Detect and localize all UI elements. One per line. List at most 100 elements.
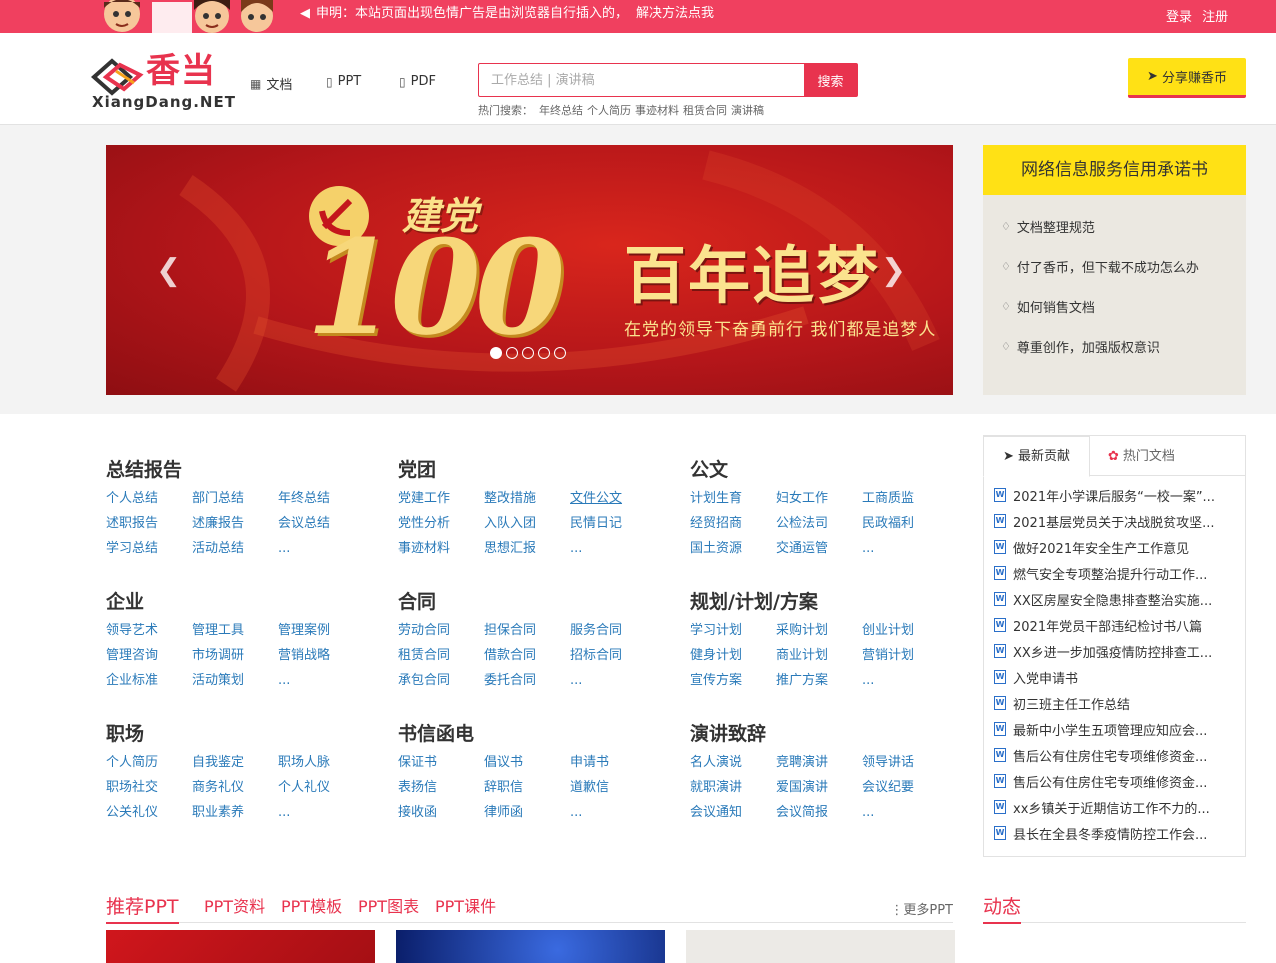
- category-link[interactable]: 年终总结: [278, 489, 364, 508]
- doc-list-item[interactable]: W 入党申请书: [994, 664, 1235, 690]
- activity-title[interactable]: 动态: [983, 893, 1022, 924]
- category-link[interactable]: 民政福利: [862, 514, 948, 533]
- category-link[interactable]: 会议简报: [776, 803, 862, 822]
- category-link[interactable]: 会议纪要: [862, 778, 948, 797]
- ppt-thumbnail[interactable]: [686, 930, 955, 963]
- category-link[interactable]: 述职报告: [106, 514, 192, 533]
- tab-ppt-template[interactable]: PPT模板: [281, 893, 342, 921]
- category-link[interactable]: 律师函: [484, 803, 570, 822]
- doc-list-item[interactable]: W 燃气安全专项整治提升行动工作...: [994, 560, 1235, 586]
- notice-item[interactable]: ♢ 如何销售文档: [1001, 297, 1095, 316]
- notice-panel-title[interactable]: 网络信息服务信用承诺书: [983, 145, 1246, 195]
- tab-ppt-material[interactable]: PPT资料: [204, 893, 265, 921]
- category-link[interactable]: 承包合同: [398, 671, 484, 690]
- doc-list-item[interactable]: W XX区房屋安全隐患排查整治实施...: [994, 586, 1235, 612]
- category-link[interactable]: ...: [570, 539, 656, 558]
- next-slide-icon[interactable]: ❯: [881, 253, 906, 288]
- category-link[interactable]: 事迹材料: [398, 539, 484, 558]
- category-link[interactable]: 职业素养: [192, 803, 278, 822]
- category-link[interactable]: 党建工作: [398, 489, 484, 508]
- doc-list-item[interactable]: W 初三班主任工作总结: [994, 690, 1235, 716]
- login-link[interactable]: 登录: [1166, 10, 1192, 25]
- notice-item[interactable]: ♢ 尊重创作，加强版权意识: [1001, 337, 1160, 356]
- tab-ppt-courseware[interactable]: PPT课件: [435, 893, 496, 921]
- category-link[interactable]: 招标合同: [570, 646, 656, 665]
- category-link[interactable]: 申请书: [570, 753, 656, 772]
- doc-list-item[interactable]: W 2021年党员干部违纪检讨书八篇: [994, 612, 1235, 638]
- category-link[interactable]: 工商质监: [862, 489, 948, 508]
- category-link[interactable]: 交通运管: [776, 539, 862, 558]
- category-link[interactable]: 创业计划: [862, 621, 948, 640]
- nav-doc[interactable]: ▦ 文档: [250, 74, 292, 94]
- category-link[interactable]: 自我鉴定: [192, 753, 278, 772]
- tab-hot[interactable]: ✿ 热门文档: [1108, 436, 1175, 477]
- doc-list-item[interactable]: W 售后公有住房住宅专项维修资金...: [994, 742, 1235, 768]
- category-link[interactable]: 保证书: [398, 753, 484, 772]
- carousel-dot[interactable]: [554, 347, 566, 359]
- category-link[interactable]: 文件公文: [570, 489, 656, 508]
- category-link[interactable]: 职场社交: [106, 778, 192, 797]
- category-link[interactable]: 企业标准: [106, 671, 192, 690]
- doc-list-item[interactable]: W 售后公有住房住宅专项维修资金...: [994, 768, 1235, 794]
- doc-list-item[interactable]: W 县长在全县冬季疫情防控工作会...: [994, 820, 1235, 846]
- hot-term[interactable]: 事迹材料: [635, 104, 679, 117]
- nav-pdf[interactable]: ▯ PDF: [399, 74, 436, 89]
- category-title[interactable]: 书信函电: [398, 719, 656, 745]
- category-link[interactable]: 领导讲话: [862, 753, 948, 772]
- category-link[interactable]: 公关礼仪: [106, 803, 192, 822]
- category-link[interactable]: 经贸招商: [690, 514, 776, 533]
- category-link[interactable]: 营销计划: [862, 646, 948, 665]
- category-link[interactable]: 宣传方案: [690, 671, 776, 690]
- category-link[interactable]: 推广方案: [776, 671, 862, 690]
- category-link[interactable]: ...: [278, 539, 364, 558]
- category-link[interactable]: 表扬信: [398, 778, 484, 797]
- category-title[interactable]: 职场: [106, 719, 364, 745]
- category-link[interactable]: 入队入团: [484, 514, 570, 533]
- hot-term[interactable]: 个人简历: [587, 104, 631, 117]
- category-link[interactable]: 名人演说: [690, 753, 776, 772]
- category-link[interactable]: 管理咨询: [106, 646, 192, 665]
- category-link[interactable]: 借款合同: [484, 646, 570, 665]
- category-link[interactable]: 个人总结: [106, 489, 192, 508]
- category-link[interactable]: 思想汇报: [484, 539, 570, 558]
- category-link[interactable]: ...: [278, 671, 364, 690]
- category-link[interactable]: 商业计划: [776, 646, 862, 665]
- doc-list-item[interactable]: W 2021基层党员关于决战脱贫攻坚...: [994, 508, 1235, 534]
- notice-item[interactable]: ♢ 文档整理规范: [1001, 217, 1095, 236]
- category-title[interactable]: 合同: [398, 587, 656, 613]
- category-link[interactable]: 道歉信: [570, 778, 656, 797]
- category-link[interactable]: 学习总结: [106, 539, 192, 558]
- category-link[interactable]: 委托合同: [484, 671, 570, 690]
- nav-ppt[interactable]: ▯ PPT: [326, 74, 361, 89]
- prev-slide-icon[interactable]: ❮: [156, 253, 181, 288]
- category-link[interactable]: ...: [278, 803, 364, 822]
- category-link[interactable]: 活动策划: [192, 671, 278, 690]
- category-link[interactable]: 担保合同: [484, 621, 570, 640]
- category-link[interactable]: 活动总结: [192, 539, 278, 558]
- more-ppt-link[interactable]: ⋮更多PPT: [890, 899, 953, 918]
- category-link[interactable]: 管理案例: [278, 621, 364, 640]
- fix-link[interactable]: 解决方法点我: [636, 6, 714, 21]
- doc-list-item[interactable]: W XX乡进一步加强疫情防控排查工...: [994, 638, 1235, 664]
- category-link[interactable]: 整改措施: [484, 489, 570, 508]
- category-link[interactable]: 租赁合同: [398, 646, 484, 665]
- category-link[interactable]: 国土资源: [690, 539, 776, 558]
- carousel-dot[interactable]: [522, 347, 534, 359]
- category-link[interactable]: 领导艺术: [106, 621, 192, 640]
- category-link[interactable]: 管理工具: [192, 621, 278, 640]
- category-link[interactable]: 商务礼仪: [192, 778, 278, 797]
- doc-list-item[interactable]: Wxx乡镇关于近期信访工作不力的...: [994, 794, 1235, 820]
- hot-term[interactable]: 年终总结: [539, 104, 583, 117]
- category-link[interactable]: 接收函: [398, 803, 484, 822]
- category-link[interactable]: ...: [570, 803, 656, 822]
- category-link[interactable]: 市场调研: [192, 646, 278, 665]
- doc-list-item[interactable]: W 做好2021年安全生产工作意见: [994, 534, 1235, 560]
- category-link[interactable]: 爱国演讲: [776, 778, 862, 797]
- category-link[interactable]: 民情日记: [570, 514, 656, 533]
- category-link[interactable]: ...: [862, 539, 948, 558]
- category-link[interactable]: 服务合同: [570, 621, 656, 640]
- category-title[interactable]: 总结报告: [106, 455, 364, 481]
- notice-item[interactable]: ♢ 付了香币，但下载不成功怎么办: [1001, 257, 1199, 276]
- category-link[interactable]: 竞聘演讲: [776, 753, 862, 772]
- doc-list-item[interactable]: W 2021年小学课后服务“一校一案”...: [994, 482, 1235, 508]
